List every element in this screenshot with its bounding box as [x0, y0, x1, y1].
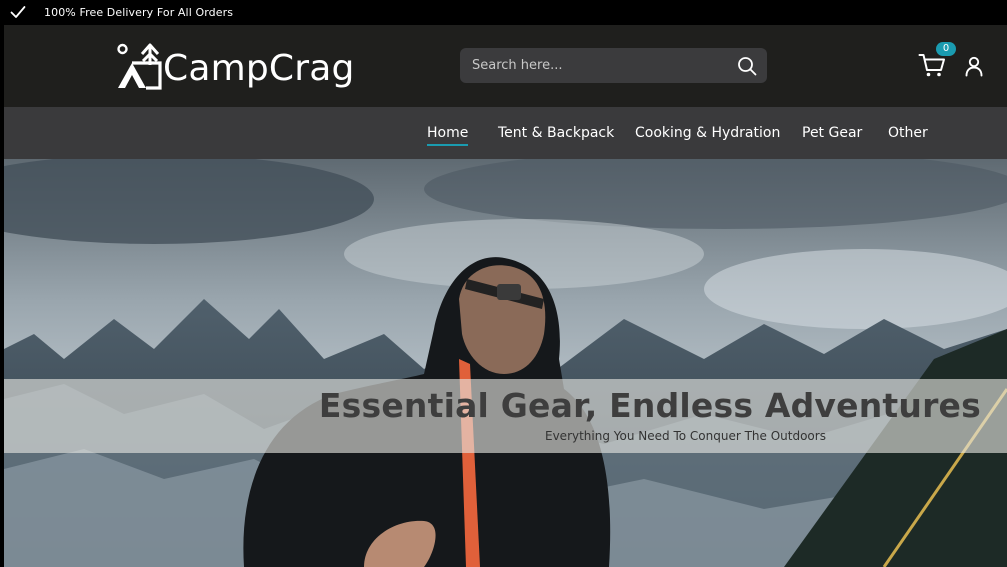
site-header: CampCrag 0	[4, 25, 1007, 107]
search-box	[460, 48, 767, 83]
page: 100% Free Delivery For All Orders CampCr…	[4, 0, 1007, 567]
brand-logo[interactable]: CampCrag	[116, 43, 355, 91]
nav-item-home[interactable]: Home	[427, 125, 469, 146]
cart-count-badge: 0	[936, 42, 956, 56]
nav-item-pet-gear[interactable]: Pet Gear	[802, 125, 862, 141]
hero-banner: Essential Gear, Endless Adventures Every…	[4, 379, 1007, 453]
user-icon[interactable]	[963, 55, 985, 77]
main-nav: Home Tent & Backpack Cooking & Hydration…	[4, 107, 1007, 159]
nav-item-tent-backpack[interactable]: Tent & Backpack	[498, 125, 614, 141]
hero-section: Essential Gear, Endless Adventures Every…	[4, 159, 1007, 567]
hero-headline: Essential Gear, Endless Adventures	[318, 386, 981, 425]
tent-logo-icon	[117, 43, 162, 90]
hero-subheadline: Everything You Need To Conquer The Outdo…	[545, 429, 826, 443]
announcement-bar: 100% Free Delivery For All Orders	[4, 0, 1007, 25]
search-icon[interactable]	[737, 56, 757, 76]
announcement-text: 100% Free Delivery For All Orders	[44, 6, 234, 19]
brand-name: CampCrag	[163, 48, 355, 89]
check-icon	[10, 6, 26, 18]
search-input[interactable]	[460, 48, 720, 83]
hero-image	[4, 159, 1007, 567]
nav-item-cooking-hydration[interactable]: Cooking & Hydration	[635, 125, 780, 141]
nav-item-other[interactable]: Other	[888, 125, 928, 141]
